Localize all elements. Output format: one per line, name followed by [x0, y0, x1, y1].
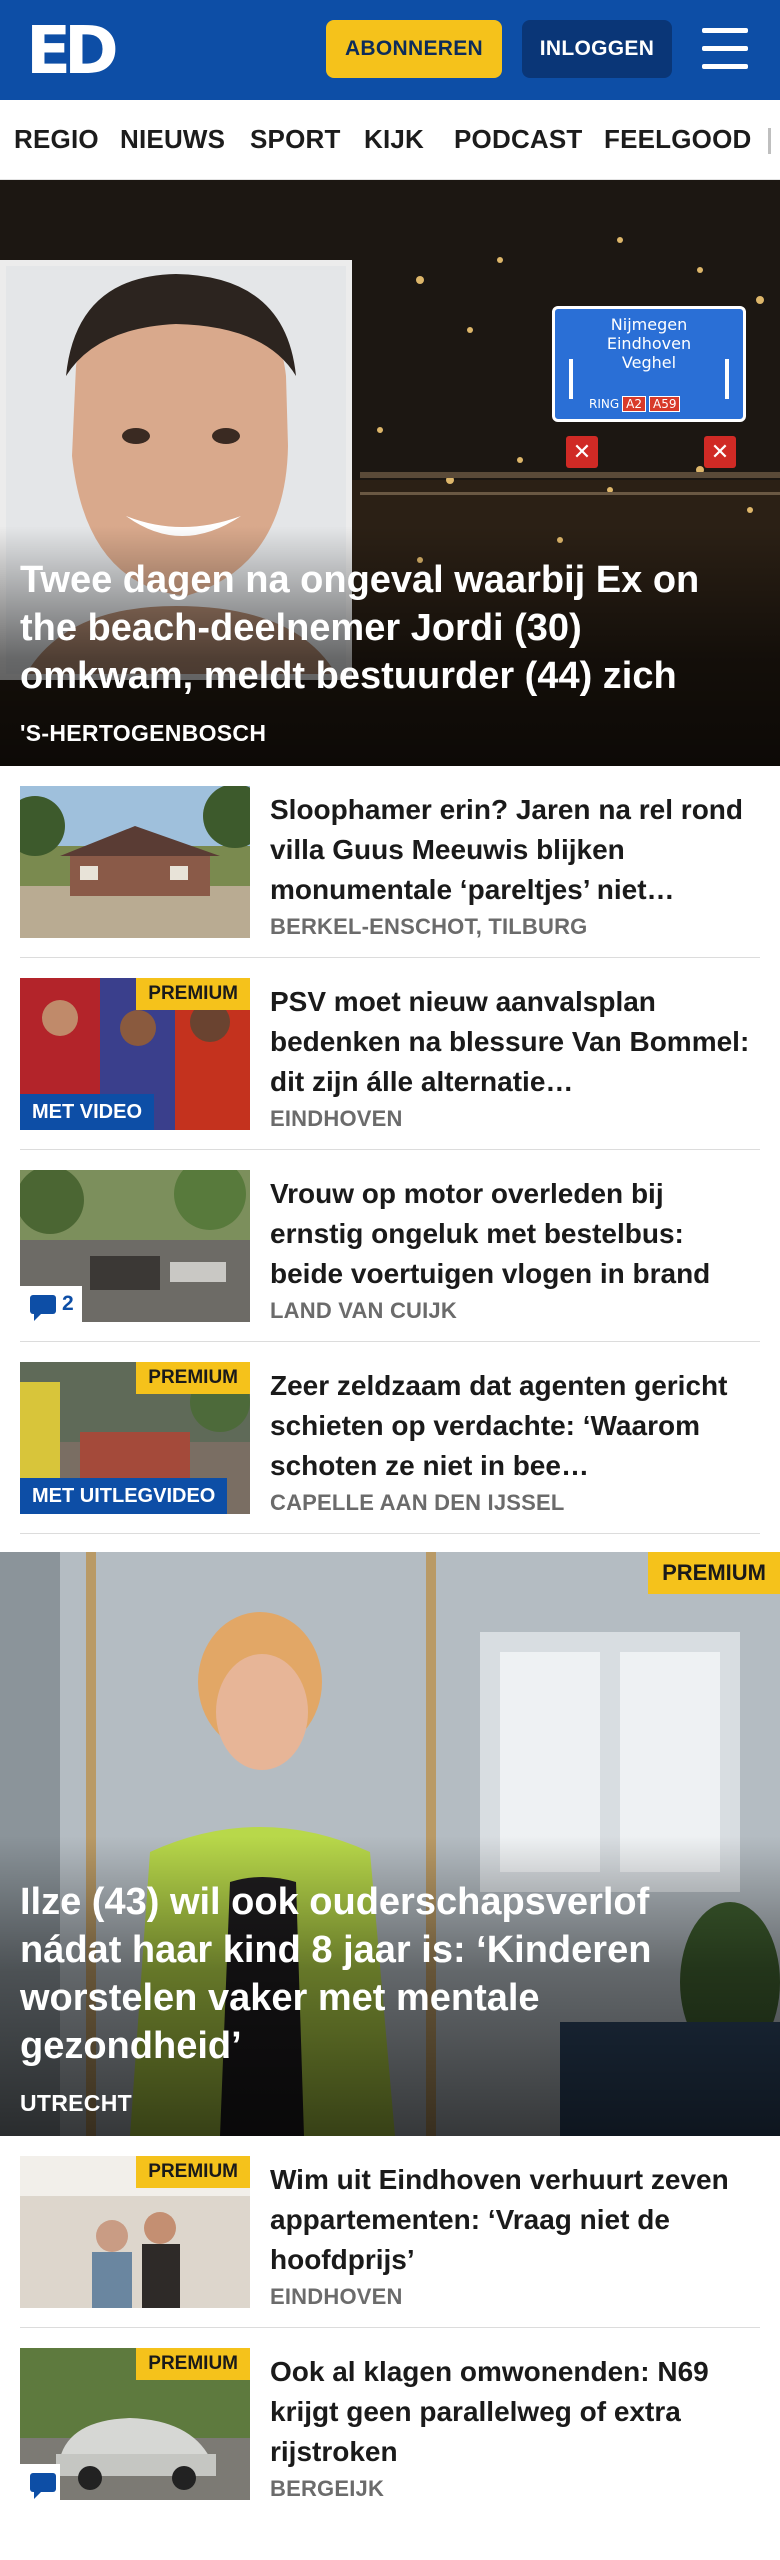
nav-item-nieuws[interactable]: NIEUWS [120, 124, 225, 155]
hamburger-icon[interactable] [696, 22, 754, 76]
comment-count: 2 [62, 1292, 74, 1315]
villa-image [20, 786, 250, 938]
logo-letter-d: D [64, 12, 119, 89]
nav-item-feelgood[interactable]: FEELGOOD [604, 124, 752, 155]
nav-overflow-indicator [768, 128, 771, 154]
video-badge: MET UITLEGVIDEO [20, 1478, 228, 1514]
sign-destination: Nijmegen [610, 315, 688, 334]
article-title[interactable]: Vrouw op motor overleden bij ernstig ong… [270, 1174, 760, 1294]
article-title[interactable]: PSV moet nieuw aanvalsplan bedenken na b… [270, 982, 760, 1102]
logo-letter-e: E [26, 12, 71, 89]
site-header: E D ABONNEREN INLOGGEN [0, 0, 780, 100]
article-thumbnail: PREMIUM MET UITLEGVIDEO [20, 1362, 250, 1514]
article-location: BERGEIJK [270, 2476, 385, 2501]
video-badge: MET VIDEO [20, 1094, 155, 1130]
article-thumbnail: 2 [20, 1170, 250, 1322]
nav-item-podcast[interactable]: PODCAST [454, 124, 583, 155]
premium-badge: PREMIUM [136, 978, 250, 1010]
article-item[interactable]: PREMIUM MET UITLEGVIDEO Zeer zeldzaam da… [20, 1342, 760, 1534]
article-thumbnail: PREMIUM MET VIDEO [20, 978, 250, 1130]
premium-badge: PREMIUM [136, 2156, 250, 2188]
article-title[interactable]: Ook al klagen omwonenden: N69 krijgt gee… [270, 2352, 760, 2472]
article-title[interactable]: Sloophamer erin? Jaren na rel rond villa… [270, 790, 760, 910]
article-title[interactable]: Zeer zeldzaam dat agenten gericht schiet… [270, 1366, 760, 1486]
main-nav: REGIO NIEUWS SPORT KIJK PODCAST FEELGOOD [0, 100, 780, 180]
article-location: EINDHOVEN [270, 2284, 403, 2309]
article-location: CAPELLE AAN DEN IJSSEL [270, 1490, 565, 1515]
premium-badge: PREMIUM [136, 1362, 250, 1394]
featured-article[interactable]: PREMIUM Ilze (43) wil ook ouderschapsver… [0, 1552, 780, 2136]
nav-item-regio[interactable]: REGIO [14, 124, 99, 155]
hamburger-line [702, 46, 748, 51]
site-logo[interactable]: E D [26, 18, 122, 84]
hero-article[interactable]: Nijmegen Eindhoven Veghel RING A2 A59 ✕ ✕ … [0, 180, 780, 766]
article-thumbnail: PREMIUM [20, 2348, 250, 2500]
hamburger-line [702, 28, 748, 33]
subscribe-button[interactable]: ABONNEREN [326, 20, 502, 78]
article-item[interactable]: PREMIUM MET VIDEO PSV moet nieuw aanvals… [20, 958, 760, 1150]
sign-destination: Veghel [621, 353, 677, 372]
nav-item-sport[interactable]: SPORT [250, 124, 341, 155]
article-item[interactable]: Sloophamer erin? Jaren na rel rond villa… [20, 766, 760, 958]
article-item[interactable]: 2 Vrouw op motor overleden bij ernstig o… [20, 1150, 760, 1342]
nav-item-kijk[interactable]: KIJK [364, 124, 424, 155]
sign-road-a59: A59 [649, 396, 681, 412]
sign-destination: Eindhoven [606, 334, 692, 353]
lane-closed-icon: ✕ [566, 436, 598, 468]
article-item[interactable]: PREMIUM Wim uit Eindhoven verhuurt zeven… [20, 2136, 760, 2328]
comment-icon [30, 2473, 56, 2499]
comments-badge[interactable] [20, 2464, 60, 2500]
featured-headline[interactable]: Ilze (43) wil ook ouderschapsverlof náda… [20, 1878, 760, 2070]
arrow-up-icon [725, 359, 729, 399]
comments-badge[interactable]: 2 [20, 1286, 82, 1322]
featured-location: UTRECHT [20, 2090, 132, 2116]
road-sign: Nijmegen Eindhoven Veghel RING A2 A59 [552, 306, 746, 422]
article-location: BERKEL-ENSCHOT, TILBURG [270, 914, 588, 939]
premium-badge: PREMIUM [136, 2348, 250, 2380]
lane-closed-icon: ✕ [704, 436, 736, 468]
article-location: EINDHOVEN [270, 1106, 403, 1131]
article-thumbnail [20, 786, 250, 938]
premium-badge: PREMIUM [648, 1552, 780, 1594]
hero-location: 'S-HERTOGENBOSCH [20, 720, 267, 746]
login-button[interactable]: INLOGGEN [522, 20, 672, 78]
article-title[interactable]: Wim uit Eindhoven verhuurt zeven apparte… [270, 2160, 760, 2280]
sign-ring-label: RING A2 A59 [589, 396, 681, 412]
sign-ring-text: RING [589, 397, 620, 411]
hero-headline[interactable]: Twee dagen na ongeval waarbij Ex on the … [20, 556, 760, 700]
comment-icon [30, 1295, 56, 1321]
article-thumbnail: PREMIUM [20, 2156, 250, 2308]
arrow-up-icon [569, 359, 573, 399]
article-item[interactable]: PREMIUM Ook al klagen omwonenden: N69 kr… [20, 2328, 760, 2520]
hamburger-line [702, 64, 748, 69]
sign-road-a2: A2 [622, 396, 646, 412]
article-location: LAND VAN CUIJK [270, 1298, 457, 1323]
